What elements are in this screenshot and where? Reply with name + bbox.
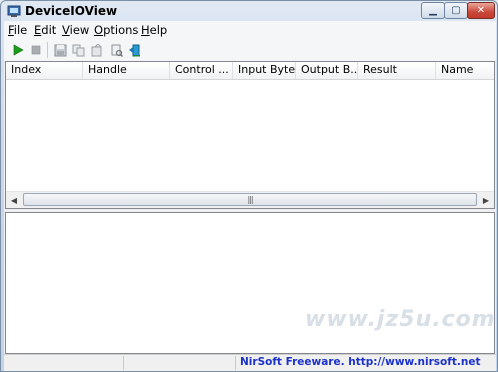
maximize-icon: ▢: [451, 5, 461, 16]
column-header-result[interactable]: Result: [358, 62, 436, 79]
column-header-output-bytes[interactable]: Output B...: [296, 62, 358, 79]
status-cell-info: [124, 356, 236, 370]
stop-button[interactable]: [27, 41, 45, 59]
html-report-icon: [91, 43, 101, 56]
close-icon: ✕: [476, 5, 486, 16]
site-watermark: www.jz5u.com: [305, 307, 496, 332]
toolbar-separator: [47, 42, 48, 58]
start-icon: [13, 44, 24, 56]
menu-options[interactable]: Options: [94, 23, 138, 37]
toolbar: [4, 39, 496, 62]
close-button[interactable]: ✕: [467, 2, 495, 19]
exit-button[interactable]: [125, 41, 143, 59]
list-header: Index Handle Control ... Input Bytes Out…: [6, 62, 494, 80]
title-bar[interactable]: DeviceIOView ▁ ▢ ✕: [1, 1, 497, 21]
arrow-right-icon: ▶: [482, 195, 490, 205]
minimize-icon: ▁: [429, 5, 437, 16]
exit-icon: [128, 44, 140, 56]
copy-icon: [72, 44, 84, 56]
scroll-left-button[interactable]: ◀: [6, 192, 22, 208]
properties-button[interactable]: [107, 41, 125, 59]
copy-button[interactable]: [69, 41, 87, 59]
maximize-button[interactable]: ▢: [444, 2, 468, 19]
menu-bar: File Edit View Options Help: [4, 21, 496, 39]
column-header-handle[interactable]: Handle: [83, 62, 170, 79]
column-header-control-code[interactable]: Control ...: [170, 62, 233, 79]
details-pane[interactable]: [5, 212, 495, 354]
nirsoft-link[interactable]: NirSoft Freeware. http://www.nirsoft.net: [240, 356, 480, 368]
column-header-index[interactable]: Index: [6, 62, 83, 79]
column-header-name[interactable]: Name: [436, 62, 494, 79]
grip-icon: |||: [247, 195, 253, 204]
menu-file[interactable]: File: [8, 23, 27, 37]
menu-view[interactable]: View: [62, 23, 89, 37]
save-icon: [54, 44, 66, 56]
app-icon: [7, 4, 21, 18]
properties-icon: [111, 44, 123, 57]
status-bar: NirSoft Freeware. http://www.nirsoft.net: [4, 354, 496, 371]
minimize-button[interactable]: ▁: [421, 2, 445, 19]
menu-help[interactable]: Help: [141, 23, 167, 37]
menu-edit[interactable]: Edit: [34, 23, 56, 37]
html-report-button[interactable]: [87, 41, 105, 59]
io-calls-list[interactable]: Index Handle Control ... Input Bytes Out…: [5, 61, 495, 209]
stop-icon: [31, 45, 41, 55]
app-window: DeviceIOView ▁ ▢ ✕ File Edit View Option…: [0, 0, 498, 372]
window-title: DeviceIOView: [25, 4, 118, 18]
column-header-input-bytes[interactable]: Input Bytes: [233, 62, 296, 79]
status-cell-count: [4, 356, 124, 370]
arrow-left-icon: ◀: [10, 195, 18, 205]
horizontal-scrollbar[interactable]: ◀ ||| ▶: [6, 191, 494, 208]
scroll-thumb[interactable]: |||: [23, 193, 477, 206]
start-button[interactable]: [9, 41, 27, 59]
save-button[interactable]: [51, 41, 69, 59]
scroll-right-button[interactable]: ▶: [478, 192, 494, 208]
